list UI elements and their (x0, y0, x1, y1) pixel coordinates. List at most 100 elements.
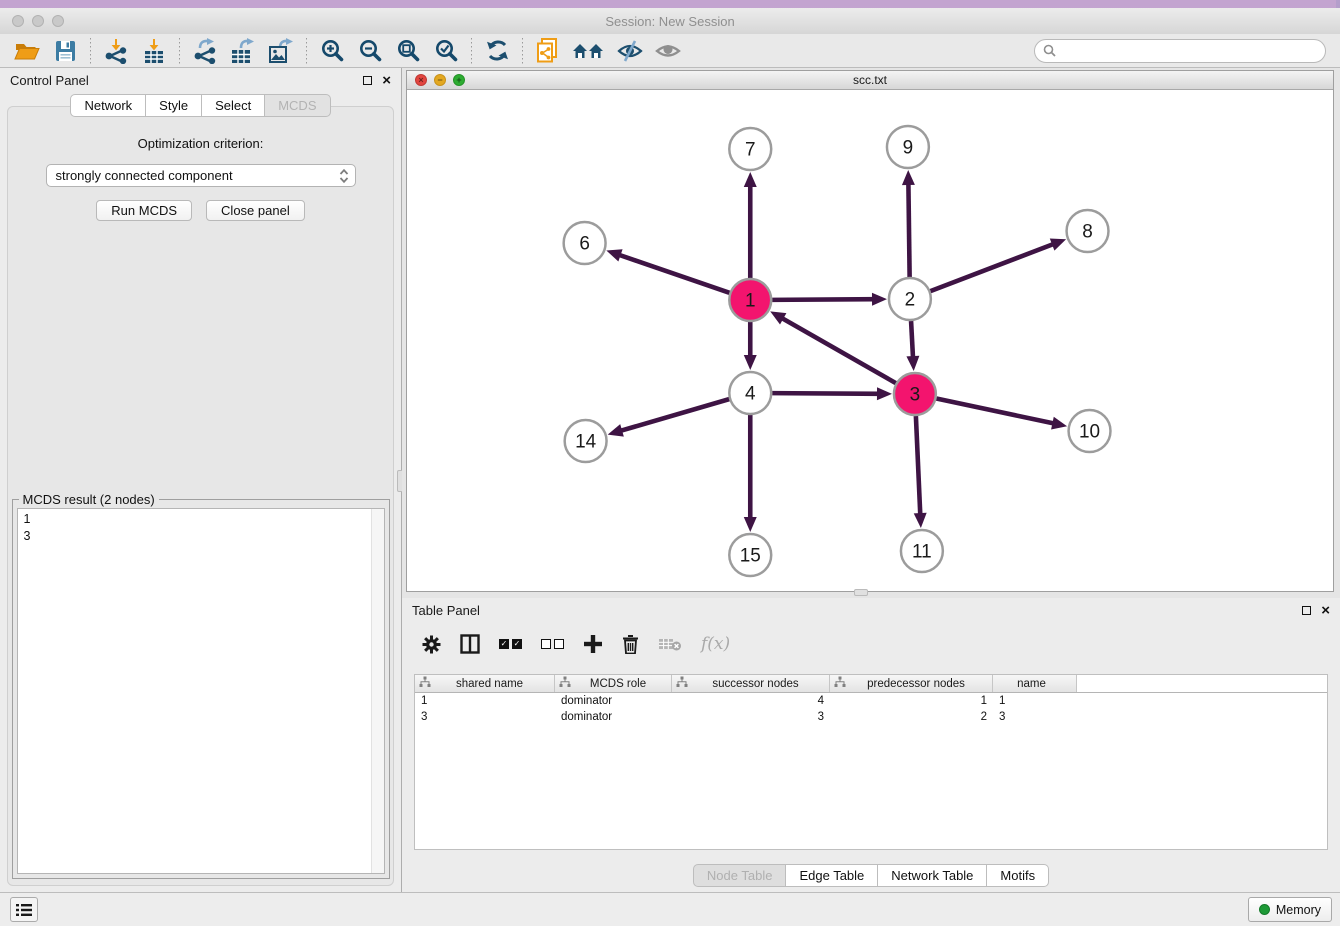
toolbar-separator (306, 38, 307, 64)
table-cell[interactable]: 3 (993, 711, 1077, 723)
first-neighbors-button[interactable] (571, 37, 607, 65)
column-header-successor-nodes[interactable]: successor nodes (672, 675, 830, 692)
node-label-10: 10 (1079, 421, 1100, 442)
table-cell[interactable]: 4 (672, 695, 830, 707)
show-column-button[interactable] (460, 634, 480, 654)
search-field[interactable] (1034, 39, 1326, 63)
main-toolbar (0, 34, 1340, 68)
edge-arrowhead (902, 170, 915, 185)
run-mcds-button[interactable]: Run MCDS (96, 200, 192, 221)
edge-1-2[interactable] (772, 299, 875, 300)
column-header-shared-name[interactable]: shared name (415, 675, 555, 692)
memory-button[interactable]: Memory (1248, 897, 1332, 922)
import-network-icon (103, 38, 129, 64)
network-document-icon (535, 37, 561, 64)
edge-3-10[interactable] (936, 399, 1055, 424)
show-all-button[interactable] (653, 37, 683, 65)
table-cell[interactable]: 1 (415, 695, 555, 707)
tab-network-table[interactable]: Network Table (878, 864, 987, 887)
toolbar-separator (90, 38, 91, 64)
save-session-button[interactable] (50, 37, 80, 65)
select-all-columns-button[interactable]: ✓ ✓ (499, 639, 522, 649)
import-network-button[interactable] (101, 37, 131, 65)
new-network-from-selection-button[interactable] (533, 37, 563, 65)
column-header-predecessor-nodes[interactable]: predecessor nodes (830, 675, 993, 692)
network-view-frame: × − + scc.txt 7968124314101511 (406, 70, 1334, 592)
optimization-criterion-select[interactable]: strongly connected component (46, 164, 356, 187)
table-cell[interactable]: 3 (415, 711, 555, 723)
open-session-button[interactable] (12, 37, 42, 65)
edge-2-3[interactable] (911, 321, 913, 359)
edge-arrowhead (606, 249, 622, 261)
unselect-all-columns-button[interactable] (541, 639, 564, 649)
column-header-MCDS-role[interactable]: MCDS role (555, 675, 672, 692)
tab-edge-table[interactable]: Edge Table (786, 864, 878, 887)
delete-table-icon (658, 636, 682, 652)
table-cell[interactable]: dominator (555, 711, 672, 723)
edge-arrowhead (1050, 238, 1066, 250)
zoom-fit-button[interactable] (393, 37, 423, 65)
edge-arrowhead (914, 513, 927, 528)
edge-arrowhead (872, 293, 887, 306)
zoom-out-button[interactable] (355, 37, 385, 65)
mcds-result-title: MCDS result (2 nodes) (19, 492, 159, 507)
application-window: Session: New Session (0, 0, 1340, 926)
table-row[interactable]: 3dominator323 (415, 709, 1327, 725)
tab-select[interactable]: Select (202, 94, 265, 117)
edge-2-8[interactable] (930, 243, 1054, 291)
table-options-button[interactable] (422, 635, 441, 654)
table-row[interactable]: 1dominator411 (415, 693, 1327, 709)
export-network-icon (192, 38, 218, 64)
edge-3-1[interactable] (781, 317, 896, 383)
hide-selected-button[interactable] (615, 37, 645, 65)
import-table-button[interactable] (139, 37, 169, 65)
table-cell[interactable]: 3 (672, 711, 830, 723)
close-panel-icon[interactable]: × (1321, 603, 1330, 618)
zoom-in-button[interactable] (317, 37, 347, 65)
column-header-name[interactable]: name (993, 675, 1077, 692)
save-icon (53, 39, 77, 63)
table-cell[interactable]: 1 (830, 695, 993, 707)
float-panel-icon[interactable] (1302, 606, 1311, 615)
edge-4-3[interactable] (772, 393, 880, 394)
table-panel-header: Table Panel × (402, 598, 1340, 622)
column-header-label: successor nodes (688, 678, 829, 690)
zoom-selected-button[interactable] (431, 37, 461, 65)
add-column-button[interactable] (583, 634, 603, 654)
network-canvas[interactable]: 7968124314101511 (407, 90, 1333, 591)
function-builder-button[interactable]: f(x) (701, 634, 730, 654)
search-input[interactable] (1061, 44, 1317, 58)
tab-motifs[interactable]: Motifs (987, 864, 1049, 887)
edge-4-14[interactable] (619, 399, 729, 431)
edge-2-9[interactable] (908, 182, 909, 277)
status-bar: Memory (0, 892, 1340, 926)
export-image-button[interactable] (266, 37, 296, 65)
node-table[interactable]: shared nameMCDS role successor nodesprede… (414, 674, 1328, 850)
tab-style[interactable]: Style (146, 94, 202, 117)
delete-column-button[interactable] (622, 634, 639, 654)
close-panel-button[interactable]: Close panel (206, 200, 305, 221)
result-scrollbar[interactable] (371, 509, 384, 873)
float-panel-icon[interactable] (363, 76, 372, 85)
table-cell[interactable]: dominator (555, 695, 672, 707)
mcds-result-list: 13 (18, 509, 371, 873)
edge-1-6[interactable] (618, 254, 730, 292)
export-table-button[interactable] (228, 37, 258, 65)
table-panel: Table Panel × (402, 598, 1340, 892)
close-panel-icon[interactable]: × (382, 73, 391, 88)
task-history-button[interactable] (10, 897, 38, 922)
zoom-in-icon (320, 38, 345, 63)
tab-node-table[interactable]: Node Table (693, 864, 787, 887)
node-label-3: 3 (910, 384, 921, 405)
table-cell[interactable]: 2 (830, 711, 993, 723)
tab-mcds[interactable]: MCDS (265, 94, 330, 117)
export-network-button[interactable] (190, 37, 220, 65)
table-cell[interactable]: 1 (993, 695, 1077, 707)
horizontal-splitter[interactable] (402, 592, 1340, 598)
tab-network[interactable]: Network (70, 94, 146, 117)
mcds-result-box: 13 (17, 508, 385, 874)
search-icon (1043, 44, 1056, 57)
refresh-network-button[interactable] (482, 37, 512, 65)
delete-table-button[interactable] (658, 636, 682, 652)
edge-3-11[interactable] (916, 416, 920, 516)
